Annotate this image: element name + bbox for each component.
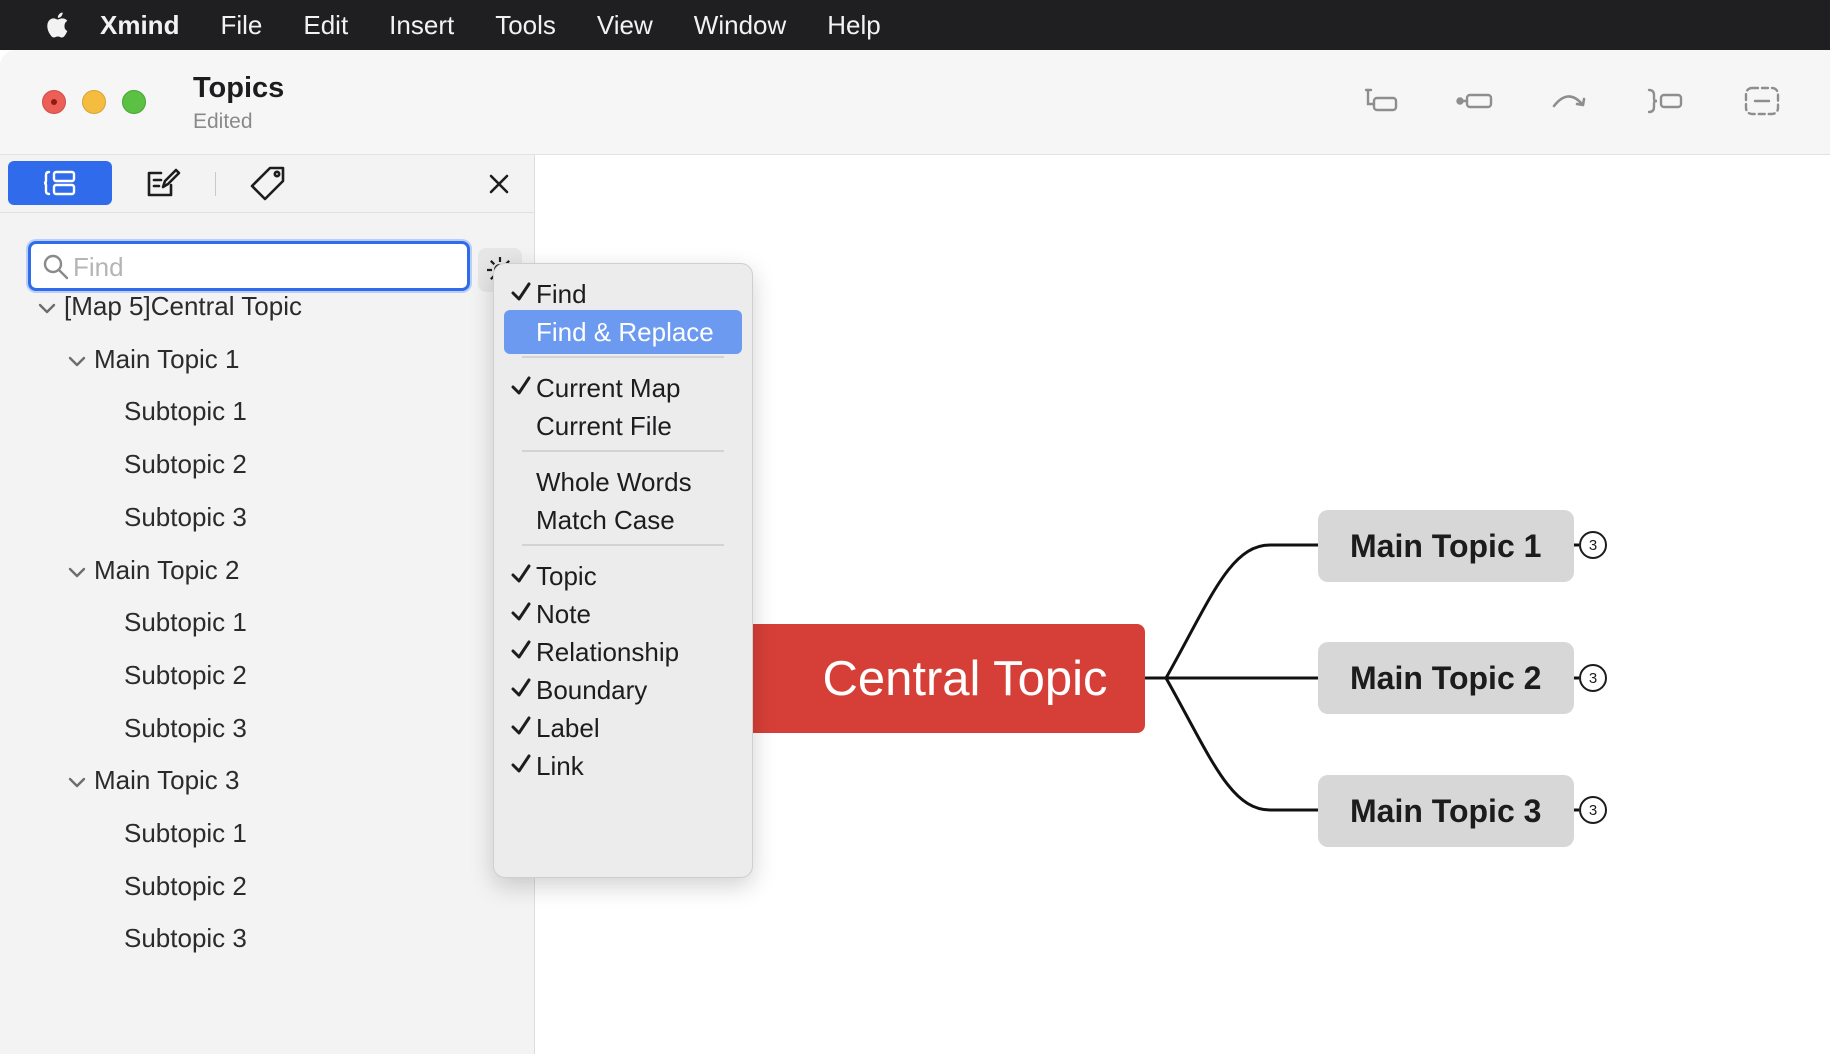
collapsed-count-badge[interactable]: 3 bbox=[1579, 664, 1607, 692]
menu-item-label: Relationship bbox=[536, 636, 680, 667]
checkmark-icon bbox=[511, 716, 531, 735]
menu-item-label: Label bbox=[536, 712, 600, 743]
menu-item-find-replace[interactable]: Find & Replace bbox=[504, 310, 742, 354]
checkmark-icon bbox=[511, 564, 531, 583]
connector-main-topic-1 bbox=[1164, 543, 1318, 679]
collapsed-count-badge[interactable]: 3 bbox=[1579, 531, 1607, 559]
menu-item-label: Boundary bbox=[536, 674, 648, 705]
menu-item-label: Whole Words bbox=[536, 466, 692, 497]
menu-item-label: Find & Replace bbox=[536, 316, 714, 347]
menu-item-label: Current File bbox=[536, 410, 672, 441]
connector-main-topic-3 bbox=[1164, 677, 1318, 812]
checkmark-icon bbox=[511, 678, 531, 697]
menu-item-current-file[interactable]: Current File bbox=[504, 404, 742, 448]
checkmark-icon bbox=[511, 376, 531, 395]
menu-item-label: Link bbox=[536, 750, 584, 781]
menu-item-match-case[interactable]: Match Case bbox=[504, 498, 742, 542]
checkmark-icon bbox=[511, 640, 531, 659]
menu-separator bbox=[522, 544, 724, 546]
menu-item-label: Current Map bbox=[536, 372, 681, 403]
menu-item-label: Topic bbox=[536, 560, 597, 591]
main-topic-2[interactable]: Main Topic 2 bbox=[1318, 642, 1574, 714]
menu-item-label: Find bbox=[536, 278, 587, 309]
menu-separator bbox=[522, 450, 724, 452]
checkmark-icon bbox=[511, 754, 531, 773]
menu-separator bbox=[522, 356, 724, 358]
main-topic-1[interactable]: Main Topic 1 bbox=[1318, 510, 1574, 582]
checkmark-icon bbox=[511, 602, 531, 621]
central-topic[interactable]: Central Topic bbox=[745, 624, 1145, 733]
find-options-menu: Find Find & Replace Current Map Current Fil… bbox=[493, 263, 753, 878]
menu-item-link[interactable]: Link bbox=[504, 744, 742, 788]
menu-item-label: Match Case bbox=[536, 504, 675, 535]
checkmark-icon bbox=[511, 282, 531, 301]
main-topic-3[interactable]: Main Topic 3 bbox=[1318, 775, 1574, 847]
menu-item-label: Note bbox=[536, 598, 591, 629]
collapsed-count-badge[interactable]: 3 bbox=[1579, 796, 1607, 824]
